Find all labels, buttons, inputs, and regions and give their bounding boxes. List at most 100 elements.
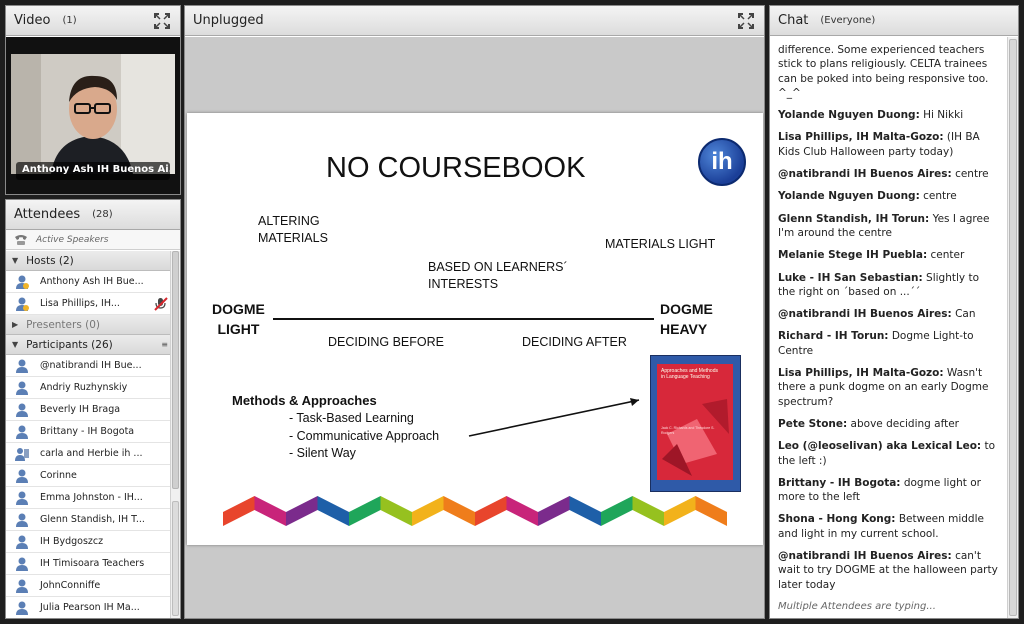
microphone-icon [154, 297, 168, 311]
host-user-icon [16, 275, 29, 289]
webcam-feed[interactable] [11, 54, 175, 174]
attendee-name: carla and Herbie ih ... [40, 448, 143, 459]
chevron-segment [286, 496, 318, 526]
book-cover-image: Approaches and Methods in Language Teach… [650, 355, 741, 492]
chat-text: centre [919, 190, 957, 203]
chat-message: Luke - IH San Sebastian: Slightly to the… [778, 271, 999, 300]
chat-sender: Leo (@leoselivan) aka Lexical Leo: [778, 440, 982, 453]
book-cover-shapes [662, 399, 729, 476]
chat-pod-header: Chat (Everyone) [770, 6, 1018, 36]
chevron-segment [380, 496, 412, 526]
attendee-name: Julia Pearson IH Ma... [40, 602, 140, 613]
chat-scope[interactable]: (Everyone) [820, 15, 875, 26]
chevron-segment [475, 496, 507, 526]
attendee-name: Beverly IH Braga [40, 404, 121, 415]
group-user-icon [15, 447, 29, 461]
chat-sender: Pete Stone: [778, 417, 848, 430]
chat-message: Yolande Nguyen Duong: centre [778, 189, 999, 203]
chat-message: Glenn Standish, IH Torun: Yes I agree I'… [778, 212, 999, 241]
chat-message: Brittany - IH Bogota: dogme light or mor… [778, 476, 999, 505]
attendee-row-participant[interactable]: IH Bydgoszcz [6, 531, 172, 553]
triangle-down-icon: ▼ [12, 256, 19, 265]
chat-sender: Lisa Phillips, IH Malta-Gozo: [778, 131, 944, 144]
attendee-row-participant[interactable]: carla and Herbie ih ... [6, 443, 172, 465]
chat-message: Lisa Phillips, IH Malta-Gozo: (IH BA Kid… [778, 130, 999, 159]
chat-pod-title: Chat [778, 13, 809, 28]
attendee-row-host[interactable]: Lisa Phillips, IH... [6, 293, 172, 315]
chat-sender: Glenn Standish, IH Torun: [778, 212, 930, 225]
share-pod-header: Unplugged [185, 6, 764, 36]
chevron-banner [223, 496, 727, 526]
attendee-row-participant[interactable]: Andriy Ruzhynskiy [6, 377, 172, 399]
chat-text: difference. Some experienced teachers st… [778, 44, 989, 99]
chat-text: center [927, 249, 965, 262]
attendee-row-participant[interactable]: Beverly IH Braga [6, 399, 172, 421]
hosts-group-header[interactable]: ▼ Hosts (2) [6, 251, 172, 271]
attendee-row-participant[interactable]: Emma Johnston - IH... [6, 487, 172, 509]
host-user-icon [16, 297, 29, 311]
chevron-segment [254, 496, 286, 526]
attendee-name: JohnConniffe [40, 580, 101, 591]
active-speakers-label: Active Speakers [36, 234, 109, 245]
attendee-row-participant[interactable]: @natibrandi IH Bue... [6, 355, 172, 377]
chevron-segment [317, 496, 349, 526]
presenters-group-label: Presenters (0) [26, 318, 101, 331]
options-icon[interactable]: ≡ [161, 340, 168, 349]
chat-message: Pete Stone: above deciding after [778, 417, 999, 431]
video-count: (1) [62, 15, 77, 26]
chat-message: @natibrandi IH Buenos Aires: Can [778, 307, 999, 321]
presenters-group-header[interactable]: ▶ Presenters (0) [6, 315, 172, 335]
attendee-list: ▼ Hosts (2) Anthony Ash IH Bue... Lisa P… [6, 251, 172, 618]
chat-message: Shona - Hong Kong: Between middle and li… [778, 512, 999, 541]
attendee-row-participant[interactable]: Glenn Standish, IH T... [6, 509, 172, 531]
attendee-name: Brittany - IH Bogota [40, 426, 135, 437]
fullscreen-icon[interactable] [738, 13, 754, 29]
attendee-row-host[interactable]: Anthony Ash IH Bue... [6, 271, 172, 293]
chat-message-list[interactable]: difference. Some experienced teachers st… [770, 37, 1007, 618]
chat-message: Lisa Phillips, IH Malta-Gozo: Wasn't the… [778, 366, 999, 409]
attendees-count: (28) [92, 209, 113, 220]
book-title: Approaches and Methods in Language Teach… [661, 368, 718, 380]
chevron-segment [569, 496, 601, 526]
attendees-scrollbar[interactable] [170, 251, 180, 618]
attendees-scroll-thumb[interactable] [172, 251, 179, 489]
chat-message: @natibrandi IH Buenos Aires: centre [778, 167, 999, 181]
chat-sender: Richard - IH Torun: [778, 330, 889, 343]
attendee-row-participant[interactable]: JohnConniffe [6, 575, 172, 597]
user-icon [16, 557, 28, 571]
participants-group-label: Participants (26) [26, 338, 113, 351]
user-icon [16, 469, 28, 483]
user-icon [16, 513, 28, 527]
participants-group-header[interactable]: ▼ Participants (26) ≡ [6, 335, 172, 355]
chat-message: Richard - IH Torun: Dogme Light-to Centr… [778, 329, 999, 358]
attendee-row-participant[interactable]: Corinne [6, 465, 172, 487]
chat-message: Leo (@leoselivan) aka Lexical Leo: to th… [778, 439, 999, 468]
hosts-group-label: Hosts (2) [26, 254, 74, 267]
attendees-scroll-track[interactable] [172, 501, 179, 616]
share-pod-title: Unplugged [193, 13, 264, 28]
chevron-segment [443, 496, 475, 526]
attendee-name: Corinne [40, 470, 77, 481]
attendee-row-participant[interactable]: IH Timisoara Teachers [6, 553, 172, 575]
chevron-segment [695, 496, 727, 526]
attendee-name: Anthony Ash IH Bue... [40, 276, 144, 287]
chevron-segment [538, 496, 570, 526]
user-icon [16, 579, 28, 593]
fullscreen-icon[interactable] [154, 13, 170, 29]
chat-message: Melanie Stege IH Puebla: center [778, 248, 999, 262]
chat-message: Yolande Nguyen Duong: Hi Nikki [778, 108, 999, 122]
attendee-name: @natibrandi IH Bue... [40, 360, 142, 371]
person-video-image [11, 54, 175, 174]
attendee-row-participant[interactable]: Brittany - IH Bogota [6, 421, 172, 443]
video-pod-title: Video [14, 13, 51, 28]
chat-sender: @natibrandi IH Buenos Aires: [778, 168, 952, 181]
attendee-row-participant[interactable]: Julia Pearson IH Ma... [6, 597, 172, 618]
user-icon [16, 403, 28, 417]
video-pod: Video (1) Anthony Ash IH Buenos Ai... [5, 5, 181, 195]
chat-text: Hi Nikki [919, 109, 964, 122]
chat-sender: Yolande Nguyen Duong: [778, 190, 920, 203]
chat-scrollbar[interactable] [1007, 37, 1018, 618]
chevron-segment [506, 496, 538, 526]
chat-scroll-thumb[interactable] [1009, 39, 1017, 616]
chat-sender: Melanie Stege IH Puebla: [778, 249, 928, 262]
